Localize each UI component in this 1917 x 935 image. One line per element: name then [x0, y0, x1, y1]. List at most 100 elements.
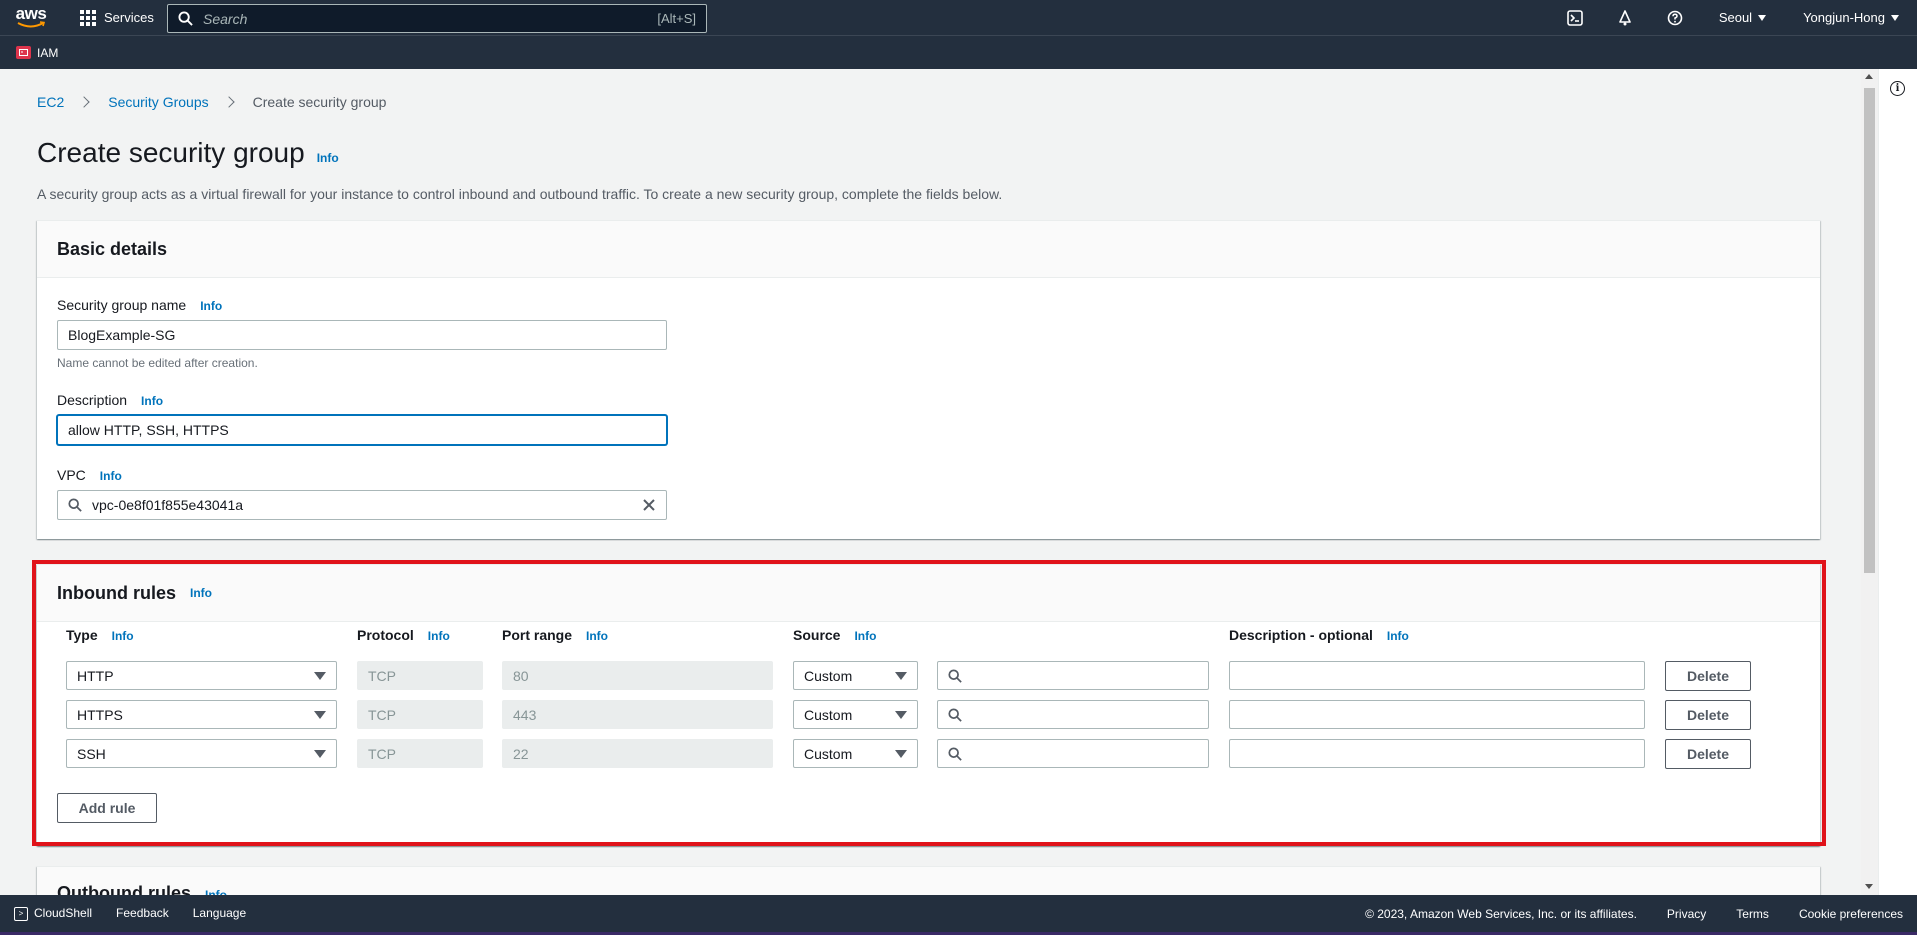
caret-down-icon	[314, 671, 326, 680]
page-info-link[interactable]: Info	[317, 151, 339, 165]
search-icon	[948, 707, 962, 722]
security-group-name-hint: Name cannot be edited after creation.	[57, 356, 258, 370]
basic-details-panel: Basic details Security group name Info B…	[37, 220, 1820, 539]
protocol-info-link[interactable]: Info	[428, 629, 450, 643]
feedback-link[interactable]: Feedback	[116, 906, 169, 920]
help-button[interactable]	[1650, 0, 1700, 35]
rule-source-select[interactable]: Custom	[793, 739, 918, 768]
caret-down-icon	[314, 749, 326, 758]
inbound-rules-info-link[interactable]: Info	[190, 586, 212, 600]
vpc-select-input[interactable]: vpc-0e8f01f855e43041a	[57, 490, 667, 520]
search-input[interactable]: Search [Alt+S]	[167, 4, 707, 33]
delete-rule-button[interactable]: Delete	[1665, 661, 1751, 691]
col-source-label: Source	[793, 627, 841, 643]
add-rule-button[interactable]: Add rule	[57, 793, 157, 823]
security-group-name-input[interactable]: BlogExample-SG	[57, 320, 667, 350]
privacy-link[interactable]: Privacy	[1667, 907, 1706, 921]
security-group-name-info-link[interactable]: Info	[200, 299, 222, 313]
iam-service-icon	[16, 46, 31, 59]
rule-protocol-field: TCP	[357, 739, 483, 768]
rule-source-cidr-input[interactable]	[937, 661, 1209, 690]
search-shortcut: [Alt+S]	[657, 11, 696, 26]
port-range-info-link[interactable]: Info	[586, 629, 608, 643]
col-type-header: Type Info	[66, 627, 134, 643]
iam-favorite-link[interactable]: IAM	[37, 46, 58, 60]
breadcrumb-current: Create security group	[252, 94, 387, 110]
source-info-link[interactable]: Info	[854, 629, 876, 643]
clear-icon[interactable]	[642, 498, 656, 512]
top-navigation: aws Services Search [Alt+S] Seoul Yongju…	[0, 0, 1917, 35]
cookie-preferences-link[interactable]: Cookie preferences	[1799, 907, 1903, 921]
scrollbar-thumb[interactable]	[1864, 88, 1875, 573]
rule-port-range-field: 80	[502, 661, 773, 690]
security-group-name-label: Security group name Info	[57, 297, 222, 313]
page-title: Create security group	[37, 137, 305, 168]
vpc-info-link[interactable]: Info	[100, 469, 122, 483]
region-selector[interactable]: Seoul	[1700, 0, 1784, 35]
vpc-value: vpc-0e8f01f855e43041a	[92, 497, 244, 513]
caret-down-icon	[1891, 14, 1899, 21]
outbound-rules-panel: Outbound rules Info	[37, 866, 1820, 896]
description-input[interactable]: allow HTTP, SSH, HTTPS	[57, 415, 667, 445]
terminal-icon: >	[14, 906, 28, 921]
favorites-bar: IAM	[0, 35, 1917, 69]
type-info-link[interactable]: Info	[112, 629, 134, 643]
cloudshell-label: CloudShell	[34, 906, 93, 921]
rule-source-select[interactable]: Custom	[793, 700, 918, 729]
scroll-up-icon[interactable]	[1865, 74, 1873, 79]
search-icon	[68, 498, 82, 512]
scroll-down-icon[interactable]	[1865, 884, 1873, 889]
description-info-link[interactable]: Info	[141, 394, 163, 408]
rule-type-select[interactable]: HTTP	[66, 661, 337, 690]
notifications-button[interactable]	[1600, 0, 1650, 35]
rule-port-range-field: 443	[502, 700, 773, 729]
cloudshell-footer-link[interactable]: > CloudShell	[14, 906, 92, 921]
chevron-right-icon	[78, 96, 90, 108]
info-panel-icon[interactable]: i	[1890, 81, 1905, 96]
aws-logo[interactable]: aws	[2, 0, 60, 35]
security-group-name-value: BlogExample-SG	[68, 327, 176, 343]
basic-details-header: Basic details	[37, 221, 1820, 278]
rule-source-select[interactable]: Custom	[793, 661, 918, 690]
rule-type-select[interactable]: SSH	[66, 739, 337, 768]
description-label: Description Info	[57, 392, 163, 408]
rule-description-input[interactable]	[1229, 739, 1645, 768]
bell-icon	[1619, 9, 1631, 25]
rule-source-cidr-input[interactable]	[937, 700, 1209, 729]
terms-link[interactable]: Terms	[1736, 907, 1769, 921]
delete-rule-button[interactable]: Delete	[1665, 700, 1751, 730]
inbound-rules-heading: Inbound rules	[57, 582, 176, 603]
col-description-label: Description - optional	[1229, 627, 1373, 643]
language-link[interactable]: Language	[193, 906, 246, 920]
description-label-text: Description	[57, 392, 128, 408]
services-menu-button[interactable]: Services	[80, 9, 154, 26]
rule-description-input[interactable]	[1229, 700, 1645, 729]
page-description: A security group acts as a virtual firew…	[37, 186, 1003, 202]
vpc-label: VPC Info	[57, 467, 122, 483]
col-port-range-header: Port range Info	[502, 627, 608, 643]
rule-protocol-field: TCP	[357, 661, 483, 690]
breadcrumb: EC2 Security Groups Create security grou…	[37, 94, 386, 110]
rule-description-input[interactable]	[1229, 661, 1645, 690]
description-col-info-link[interactable]: Info	[1387, 629, 1409, 643]
rule-type-value: HTTPS	[77, 706, 123, 723]
cloudshell-button[interactable]	[1550, 0, 1600, 35]
rule-source-cidr-input[interactable]	[937, 739, 1209, 768]
caret-down-icon	[895, 710, 907, 719]
search-icon	[948, 668, 962, 683]
col-source-header: Source Info	[793, 627, 876, 643]
col-port-range-label: Port range	[502, 627, 573, 643]
account-menu[interactable]: Yongjun-Hong	[1784, 0, 1917, 35]
breadcrumb-security-groups-link[interactable]: Security Groups	[108, 94, 208, 110]
region-label: Seoul	[1718, 10, 1753, 25]
delete-rule-button[interactable]: Delete	[1665, 739, 1751, 769]
services-label: Services	[104, 10, 154, 25]
caret-down-icon	[1758, 14, 1767, 21]
basic-details-heading: Basic details	[57, 238, 168, 259]
terminal-icon	[1567, 9, 1583, 26]
description-value: allow HTTP, SSH, HTTPS	[68, 422, 229, 438]
help-icon	[1667, 10, 1683, 25]
breadcrumb-ec2-link[interactable]: EC2	[37, 94, 64, 110]
col-type-label: Type	[66, 627, 98, 643]
rule-type-select[interactable]: HTTPS	[66, 700, 337, 729]
